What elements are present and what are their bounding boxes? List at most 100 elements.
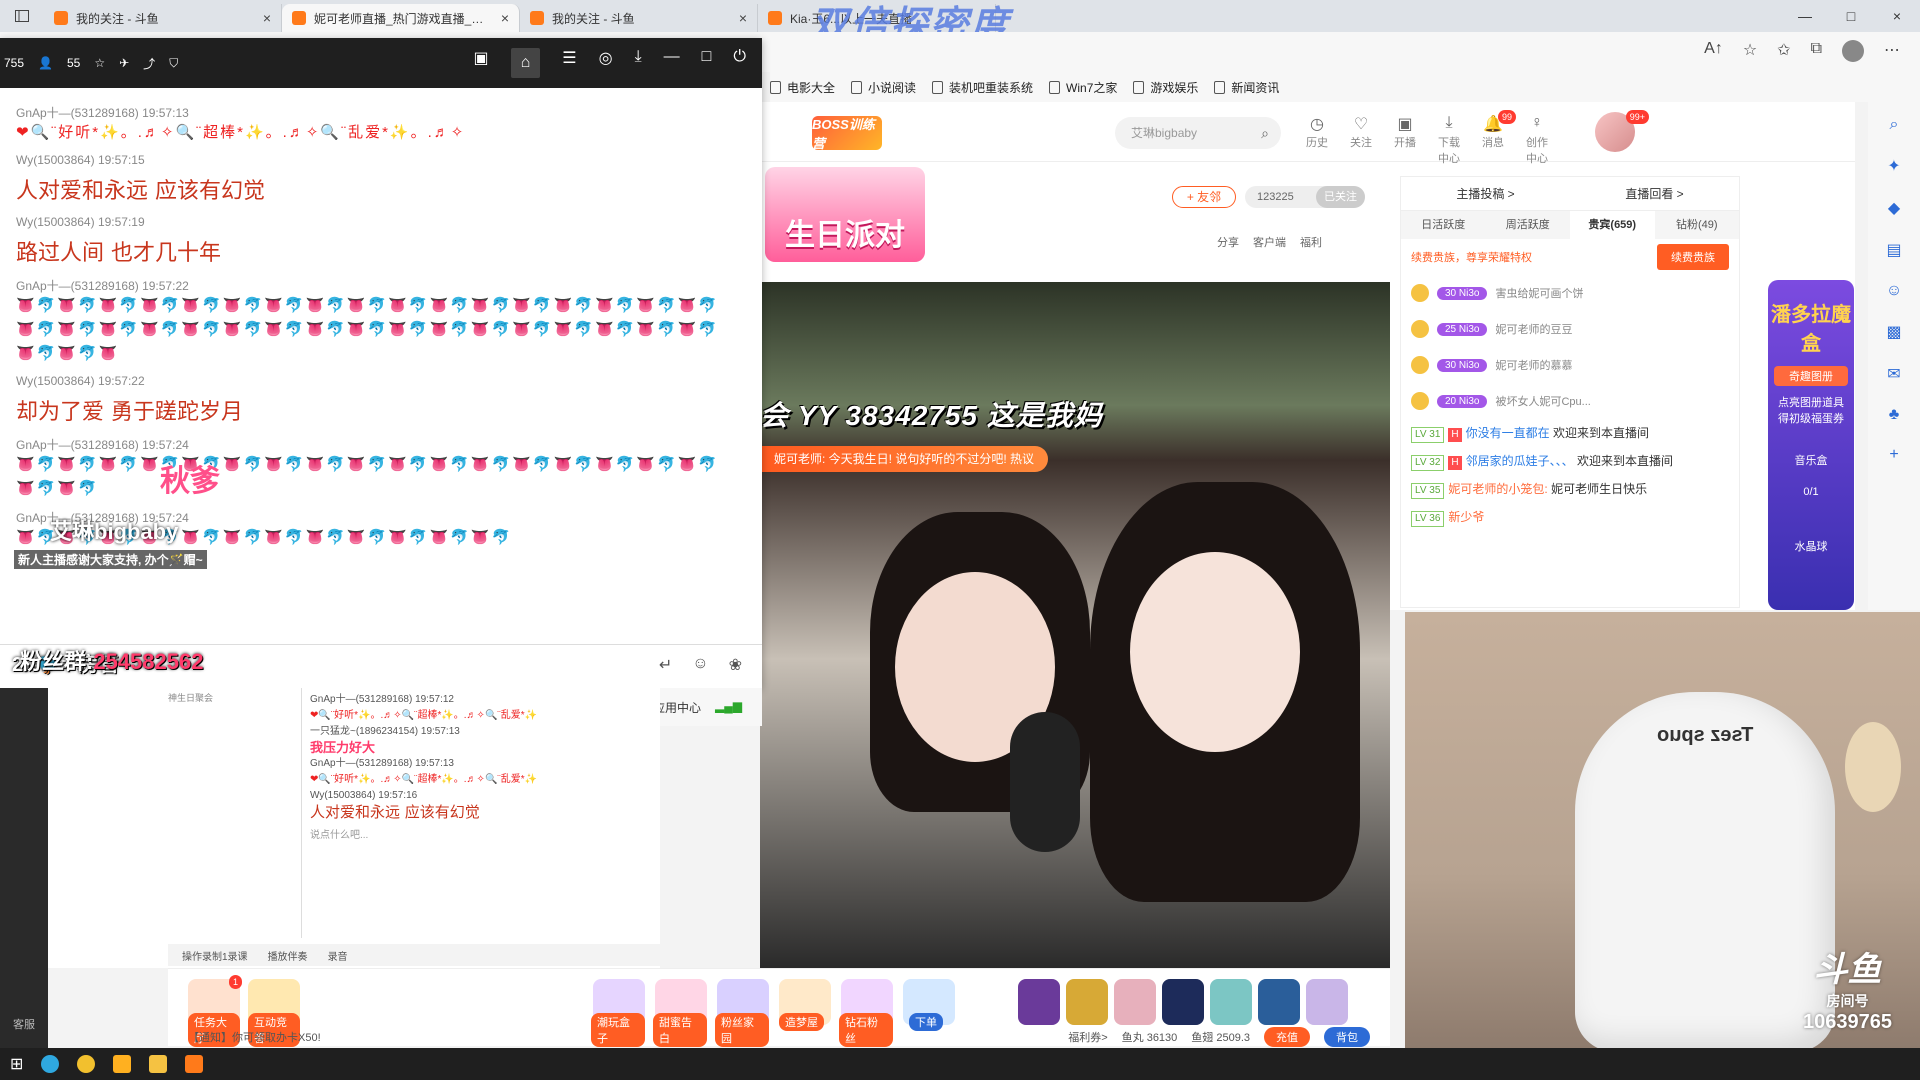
tab-vip[interactable]: 贵宾(659) xyxy=(1570,211,1655,239)
power-icon[interactable]: ⏻ xyxy=(733,48,746,78)
record-audio-button[interactable]: 录音 xyxy=(328,948,348,963)
chat-username[interactable]: 新少爷 xyxy=(1448,510,1484,524)
gift-item[interactable] xyxy=(1114,979,1156,1025)
rank-item[interactable]: 30 Ni3o 妮可老师的慕慕 xyxy=(1401,347,1739,383)
bookmark-item[interactable]: 游戏娱乐 xyxy=(1133,79,1198,96)
outlook-icon[interactable]: ✉ xyxy=(1887,364,1900,384)
gift-item[interactable] xyxy=(1210,979,1252,1025)
nav-messages[interactable]: 🔔 消息 99 xyxy=(1478,110,1516,166)
office-icon[interactable]: ▩ xyxy=(1886,322,1901,342)
nav-download[interactable]: ⤓ 下载中心 xyxy=(1434,114,1464,166)
followed-button[interactable]: 已关注 xyxy=(1316,186,1365,208)
assistant-input[interactable]: 说点什么吧... xyxy=(310,828,652,844)
rank-item[interactable]: 25 Ni3o 妮可老师的豆豆 xyxy=(1401,311,1739,347)
search-icon[interactable]: ⌕ xyxy=(1890,116,1899,134)
browser-tab-1[interactable]: 我的关注 - 斗鱼 × xyxy=(44,4,282,32)
welfare-link[interactable]: 福利券> xyxy=(1068,1029,1107,1045)
tree-icon[interactable]: ♣ xyxy=(1889,406,1900,424)
nav-creator[interactable]: ♀ 创作中心 xyxy=(1522,114,1552,166)
tag-icon[interactable]: ◆ xyxy=(1888,198,1900,218)
vip-renew-button[interactable]: 续费贵族 xyxy=(1657,244,1729,270)
search-input[interactable]: 艾琳bigbaby ⌕ xyxy=(1115,117,1281,149)
favorite-star-icon[interactable]: ☆ xyxy=(1743,40,1757,62)
chrome-icon[interactable] xyxy=(77,1055,96,1073)
crystal-ball-label[interactable]: 水晶球 xyxy=(1768,538,1854,554)
bookmark-item[interactable]: 小说阅读 xyxy=(851,79,916,96)
gift-item[interactable] xyxy=(1306,979,1348,1025)
copilot-icon[interactable]: ✦ xyxy=(1887,156,1900,176)
app-icon[interactable] xyxy=(113,1055,132,1073)
gift-item[interactable]: 造梦屋 xyxy=(779,979,831,1031)
bookmark-item[interactable]: 新闻资讯 xyxy=(1214,79,1279,96)
profile-avatar[interactable] xyxy=(1842,40,1864,62)
star-icon[interactable]: ☆ xyxy=(94,56,105,70)
anchor-submission-link[interactable]: 主播投稿 > xyxy=(1456,185,1514,202)
rank-item[interactable]: 30 Ni3o 害虫给妮可画个饼 xyxy=(1401,275,1739,311)
backpack-button[interactable]: 背包 xyxy=(1324,1027,1370,1047)
record-button[interactable]: 操作录制1录课 xyxy=(182,948,248,963)
task-hall-button[interactable]: 任务大厅 1 xyxy=(188,975,242,1047)
maximize-icon[interactable]: □ xyxy=(702,48,712,78)
plane-icon[interactable]: ✈ xyxy=(119,56,129,70)
chat-username[interactable]: 妮可老师的小笼包: xyxy=(1448,482,1547,496)
douyu-app-icon[interactable] xyxy=(185,1055,204,1073)
more-menu-icon[interactable]: ⋯ xyxy=(1884,40,1900,62)
tab-diamond[interactable]: 钻粉(49) xyxy=(1655,211,1740,239)
nav-history[interactable]: ◷ 历史 xyxy=(1302,114,1332,166)
people-icon[interactable]: ☺ xyxy=(1886,282,1902,300)
bookmark-item[interactable]: 电影大全 xyxy=(770,79,835,96)
rank-item[interactable]: 20 Ni3o 被坏女人妮可Cpu... xyxy=(1401,383,1739,419)
client-button[interactable]: 客户端 xyxy=(1253,234,1286,250)
share-icon[interactable]: ⤴ xyxy=(143,55,155,72)
tab-close-icon[interactable]: × xyxy=(739,10,747,26)
gift-item[interactable]: 粉丝家园 xyxy=(715,979,769,1047)
emoji-icon[interactable]: ☺ xyxy=(692,655,708,675)
read-aloud-icon[interactable]: A↑ xyxy=(1704,40,1723,62)
gift-item[interactable]: 下单 xyxy=(903,979,955,1031)
gift-item[interactable] xyxy=(1258,979,1300,1025)
share-button[interactable]: 分享 xyxy=(1217,234,1239,250)
minimize-icon[interactable]: — xyxy=(664,48,680,78)
pandora-box-panel[interactable]: 潘多拉魔盒 奇趣图册 点亮图册道具得初级福蛋券 音乐盒 0/1 水晶球 xyxy=(1768,280,1854,610)
edge-browser-icon[interactable] xyxy=(41,1055,60,1073)
nav-broadcast[interactable]: ▣ 开播 xyxy=(1390,114,1420,166)
maximize-icon[interactable]: □ xyxy=(1828,0,1874,32)
notice-text[interactable]: 【通知】你可领取办卡X50! xyxy=(188,1029,321,1045)
douyu-logo[interactable]: BOSS训练营 xyxy=(812,116,882,151)
tab-daily[interactable]: 日活跃度 xyxy=(1401,211,1486,239)
gift-item[interactable]: 钻石粉丝 xyxy=(839,979,893,1047)
nav-follow[interactable]: ♡ 关注 xyxy=(1346,114,1376,166)
chat-username[interactable]: 你没有一直都在 xyxy=(1466,426,1550,440)
search-icon[interactable]: ⌕ xyxy=(1261,117,1269,149)
browser-tab-3[interactable]: 我的关注 - 斗鱼 × xyxy=(520,4,758,32)
customer-service-button[interactable]: 客服 xyxy=(0,1016,48,1032)
browser-tab-2[interactable]: 妮可老师直播_热门游戏直播_斗鱼 × xyxy=(282,4,520,32)
toolbox-icon[interactable]: ▤ xyxy=(1886,240,1901,260)
close-window-icon[interactable]: × xyxy=(1874,0,1920,32)
tab-actions-icon[interactable] xyxy=(0,0,44,32)
folder-icon[interactable] xyxy=(149,1055,168,1073)
screen-icon[interactable]: ▣ xyxy=(473,48,488,78)
rose-icon[interactable]: ❀ xyxy=(729,655,742,675)
windows-start-icon[interactable]: ⊞ xyxy=(10,1054,23,1074)
friend-button[interactable]: + 友邻 xyxy=(1172,186,1236,208)
download-icon[interactable]: ⤓ xyxy=(635,48,642,78)
minimize-icon[interactable]: — xyxy=(1782,0,1828,32)
shield-icon[interactable]: ⛉ xyxy=(169,56,178,71)
bookmark-item[interactable]: 装机吧重装系统 xyxy=(932,79,1033,96)
tab-close-icon[interactable]: × xyxy=(501,10,509,26)
enter-icon[interactable]: ↵ xyxy=(659,655,672,675)
live-replay-link[interactable]: 直播回看 > xyxy=(1625,185,1683,202)
gift-item[interactable] xyxy=(1018,979,1060,1025)
tab-close-icon[interactable]: × xyxy=(263,10,271,26)
tab-weekly[interactable]: 周活跃度 xyxy=(1486,211,1571,239)
music-box-label[interactable]: 音乐盒 xyxy=(1768,452,1854,468)
home-icon[interactable]: ⌂ xyxy=(510,48,541,78)
welfare-button[interactable]: 福利 xyxy=(1300,234,1322,250)
chat-username[interactable]: 邻居家的瓜娃子、、、 xyxy=(1466,454,1574,468)
user-avatar[interactable]: 99+ xyxy=(1595,110,1649,152)
add-icon[interactable]: + xyxy=(1889,446,1898,464)
gift-item[interactable] xyxy=(1066,979,1108,1025)
gift-item[interactable] xyxy=(1162,979,1204,1025)
favorites-icon[interactable]: ✩ xyxy=(1777,40,1790,62)
